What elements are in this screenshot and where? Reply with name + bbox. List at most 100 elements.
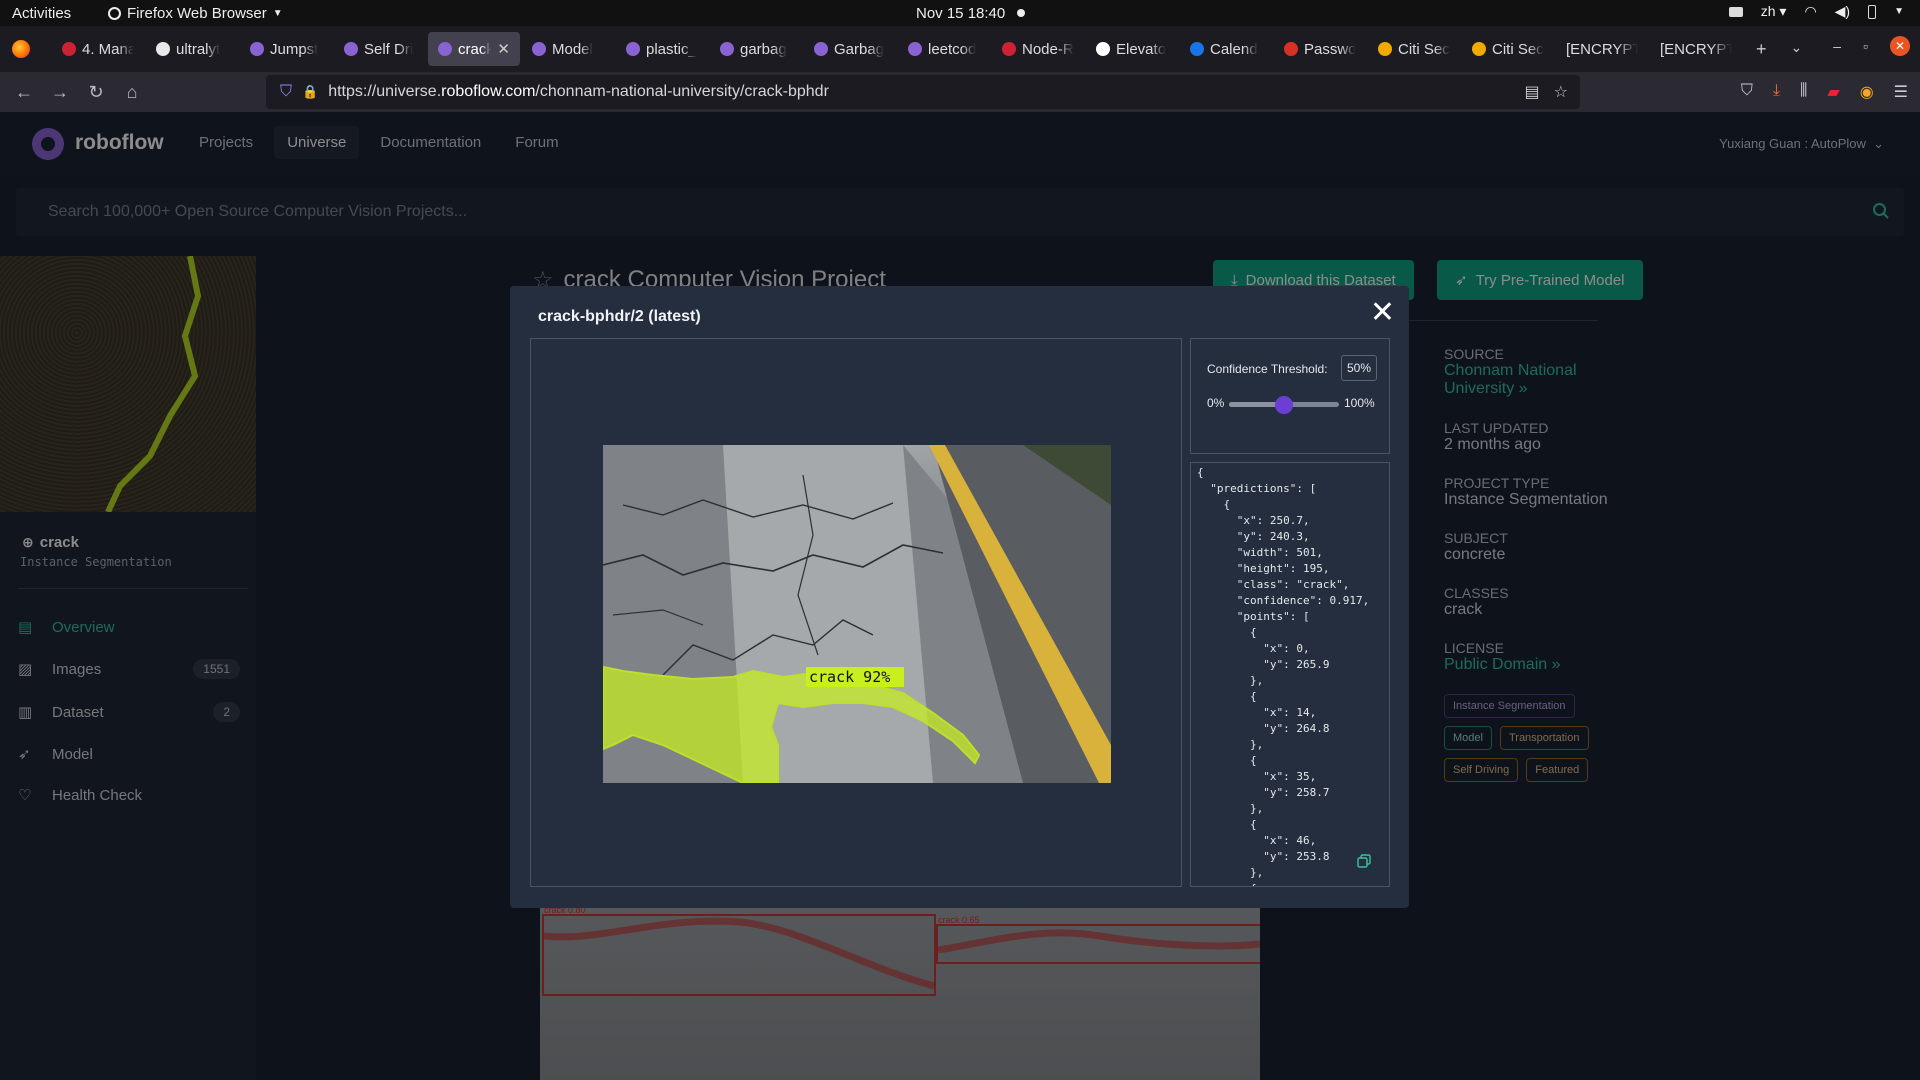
tab-favicon-icon xyxy=(1002,42,1016,56)
browser-tab[interactable]: Calend xyxy=(1180,32,1272,66)
browser-tab[interactable]: Model xyxy=(522,32,614,66)
new-tab-button[interactable]: + xyxy=(1756,39,1767,60)
bookmark-star-icon[interactable]: ☆ xyxy=(1554,82,1568,102)
browser-tab[interactable]: crack ✕ xyxy=(428,32,520,66)
tab-label: plastic_ xyxy=(646,40,697,58)
tab-favicon-icon xyxy=(438,42,452,56)
tab-label: leetcod xyxy=(928,40,977,58)
firefox-logo-icon[interactable] xyxy=(12,40,30,58)
browser-tab[interactable]: [ENCRYPT xyxy=(1556,32,1648,66)
firefox-icon xyxy=(108,7,121,20)
extension-icon[interactable]: ▰ xyxy=(1827,82,1839,102)
road-scene: crack 92% xyxy=(603,445,1111,783)
tab-favicon-icon xyxy=(720,42,734,56)
reload-icon[interactable]: ↻ xyxy=(78,82,114,103)
window-close-icon[interactable]: ✕ xyxy=(1890,36,1910,56)
tab-favicon-icon xyxy=(532,42,546,56)
tab-label: garbag xyxy=(740,40,787,58)
tab-favicon-icon xyxy=(1096,42,1110,56)
prediction-json-panel[interactable]: { "predictions": [ { "x": 250.7, "y": 24… xyxy=(1190,462,1390,887)
tab-label: Node-R xyxy=(1022,40,1074,58)
browser-tab[interactable]: Elevato xyxy=(1086,32,1178,66)
restore-icon[interactable]: ▫ xyxy=(1863,38,1868,54)
tab-label: 4. Mana xyxy=(82,40,134,58)
slider-max-label: 100% xyxy=(1344,396,1375,410)
input-method[interactable]: zh ▾ xyxy=(1761,3,1787,20)
copy-icon[interactable] xyxy=(1357,854,1371,868)
browser-tab[interactable]: leetcod xyxy=(898,32,990,66)
tab-label: crack xyxy=(458,40,492,58)
browser-tab[interactable]: Garbag xyxy=(804,32,896,66)
browser-tab[interactable]: ultralyt xyxy=(146,32,238,66)
url-domain: roboflow.com xyxy=(441,83,536,100)
tab-favicon-icon xyxy=(626,42,640,56)
browser-tab[interactable]: Passwo xyxy=(1274,32,1366,66)
browser-tab[interactable]: Node-R xyxy=(992,32,1084,66)
hamburger-menu-icon[interactable]: ☰ xyxy=(1894,82,1908,102)
confidence-panel: Confidence Threshold: 50% 0% 100% xyxy=(1190,338,1390,454)
system-tray[interactable]: zh ▾ ◠ ◀) ▼ xyxy=(1728,3,1904,20)
keyboard-icon[interactable] xyxy=(1728,6,1743,17)
url-prefix: https://universe. xyxy=(328,83,442,100)
app-name: Firefox Web Browser xyxy=(127,5,267,22)
model-preview-modal: crack-bphdr/2 (latest) ✕ crack 92% Confi… xyxy=(510,286,1409,908)
browser-tab[interactable]: 4. Mana xyxy=(52,32,144,66)
browser-tab[interactable]: Citi Sec xyxy=(1462,32,1554,66)
home-icon[interactable]: ⌂ xyxy=(114,82,150,103)
tab-favicon-icon xyxy=(250,42,264,56)
inference-image-panel[interactable]: crack 92% xyxy=(530,338,1182,887)
lock-icon[interactable]: 🔒 xyxy=(302,84,318,100)
confidence-slider[interactable] xyxy=(1229,396,1339,414)
battery-icon[interactable] xyxy=(1868,4,1877,19)
tab-strip: 4. Mana ultralyt Jumpst Self Dri crack ✕ Model… xyxy=(0,26,1920,72)
tab-favicon-icon xyxy=(1378,42,1392,56)
browser-tab[interactable]: Citi Sec xyxy=(1368,32,1460,66)
browser-tab[interactable]: plastic_ xyxy=(616,32,708,66)
tab-favicon-icon xyxy=(344,42,358,56)
minimize-icon[interactable]: – xyxy=(1833,38,1841,54)
activities-button[interactable]: Activities xyxy=(12,5,71,22)
app-menu[interactable]: Firefox Web Browser ▼ xyxy=(108,5,283,22)
tab-favicon-icon xyxy=(62,42,76,56)
caret-down-icon: ▼ xyxy=(272,8,283,19)
slider-thumb[interactable] xyxy=(1275,396,1293,414)
browser-tab[interactable]: Jumpst xyxy=(240,32,332,66)
confidence-value[interactable]: 50% xyxy=(1341,355,1377,381)
reader-view-icon[interactable]: ▤ xyxy=(1525,82,1540,102)
url-bar[interactable]: ⛉ 🔒 https://universe. roboflow.com/chonna… xyxy=(266,75,1580,109)
tab-label: ultralyt xyxy=(176,40,221,58)
forward-arrow-icon[interactable]: → xyxy=(42,82,78,103)
notification-dot-icon xyxy=(1017,9,1025,17)
shield-icon[interactable]: ⛉ xyxy=(280,83,292,101)
back-arrow-icon[interactable]: ← xyxy=(6,82,42,103)
tab-label: Elevato xyxy=(1116,40,1167,58)
browser-tab[interactable]: garbag xyxy=(710,32,802,66)
tab-label: Calend xyxy=(1210,40,1258,58)
navigation-toolbar: ← → ↻ ⌂ ⛉ 🔒 https://universe. roboflow.co… xyxy=(0,72,1920,112)
downloads-icon[interactable]: ⤓ xyxy=(1773,82,1780,102)
volume-icon[interactable]: ◀) xyxy=(1835,3,1850,20)
tab-favicon-icon xyxy=(1472,42,1486,56)
tab-list-chevron-icon[interactable]: ⌄ xyxy=(1791,39,1803,60)
url-path: /chonnam-national-university/crack-bphdr xyxy=(535,83,829,100)
tab-favicon-icon xyxy=(1190,42,1204,56)
pocket-icon[interactable]: ⛉ xyxy=(1741,82,1753,102)
wifi-icon[interactable]: ◠ xyxy=(1804,3,1816,20)
tab-favicon-icon xyxy=(814,42,828,56)
tab-label: Passwo xyxy=(1304,40,1356,58)
confidence-label: Confidence Threshold: xyxy=(1207,362,1328,376)
clock[interactable]: Nov 15 18:40 xyxy=(916,5,1005,22)
system-menu-caret-icon[interactable]: ▼ xyxy=(1894,6,1904,17)
browser-tab[interactable]: [ENCRYPT xyxy=(1650,32,1742,66)
browser-tab[interactable]: Self Dri xyxy=(334,32,426,66)
system-top-bar: Activities Firefox Web Browser ▼ Nov 15 … xyxy=(0,0,1920,26)
road-image: crack 92% xyxy=(603,445,1111,783)
library-icon[interactable]: ⫼ xyxy=(1800,82,1807,102)
tab-favicon-icon xyxy=(156,42,170,56)
extension-badge-icon[interactable]: ◉ xyxy=(1860,82,1874,102)
tab-label: Jumpst xyxy=(270,40,319,58)
close-icon[interactable]: ✕ xyxy=(1370,298,1395,328)
prediction-json-text: { "predictions": [ { "x": 250.7, "y": 24… xyxy=(1197,466,1370,886)
tab-close-icon[interactable]: ✕ xyxy=(497,40,510,58)
tab-label: [ENCRYPT xyxy=(1566,40,1638,58)
